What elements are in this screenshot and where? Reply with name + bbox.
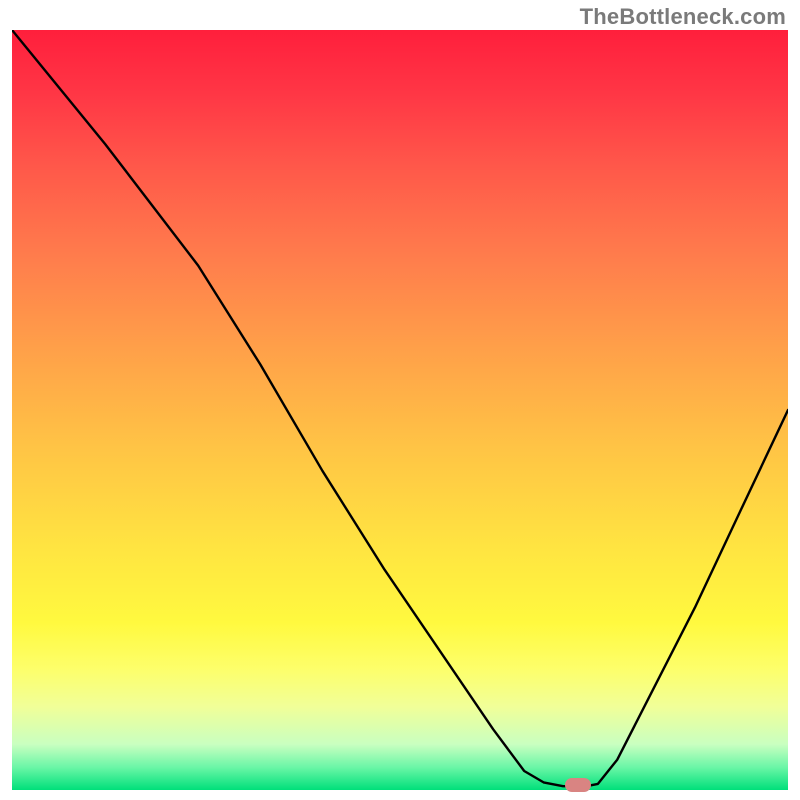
- optimum-marker: [565, 778, 591, 792]
- plot-area: [12, 30, 788, 790]
- curve-path: [12, 30, 788, 786]
- watermark-text: TheBottleneck.com: [580, 4, 786, 30]
- bottleneck-curve: [12, 30, 788, 790]
- bottleneck-chart: TheBottleneck.com: [0, 0, 800, 800]
